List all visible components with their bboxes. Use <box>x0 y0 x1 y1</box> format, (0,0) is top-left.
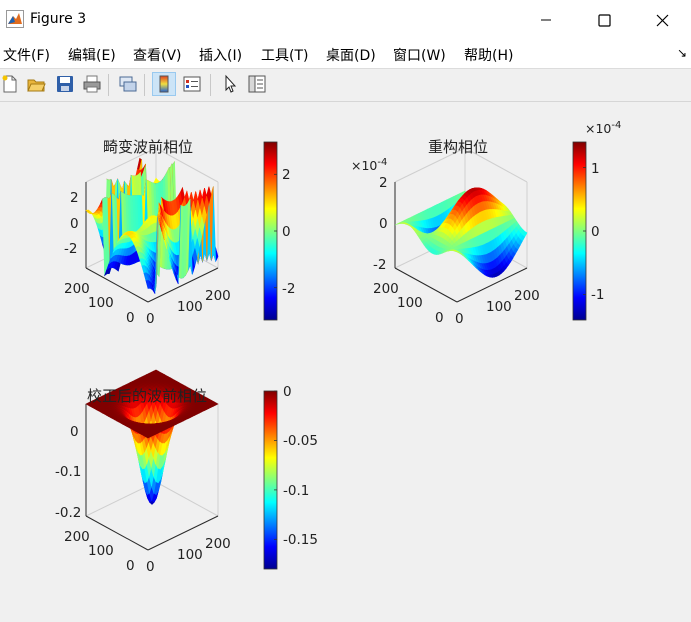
plot2-ztick: 2 <box>379 175 388 191</box>
figure-canvas[interactable]: 畸变波前相位 2 0 -2 200 100 0 0 100 200 2 0 -2… <box>0 102 691 622</box>
plot1-ytick: 100 <box>88 295 114 311</box>
plot2-ytick: 200 <box>373 281 399 297</box>
plot1-ytick: 200 <box>64 281 90 297</box>
minimize-icon <box>541 19 551 21</box>
plot3-xtick: 200 <box>205 536 231 552</box>
menu-help[interactable]: 帮助(H) <box>464 45 513 65</box>
plot1-colorbar-tick: -2 <box>282 281 296 297</box>
close-button[interactable] <box>633 0 691 40</box>
plot2-title: 重构相位 <box>428 138 489 156</box>
new-figure-icon <box>2 75 17 93</box>
plot3-xtick: 100 <box>177 547 203 563</box>
property-editor-icon <box>248 75 266 93</box>
title-bar: Figure 3 <box>0 0 691 40</box>
plot3-ztick: -0.1 <box>55 464 82 480</box>
print-icon <box>83 75 101 93</box>
legend-toggle-button[interactable] <box>180 72 204 96</box>
plot2-colorbar-tick: -1 <box>591 287 605 303</box>
colorbar-toggle-button[interactable] <box>152 72 176 96</box>
toolbar-separator <box>108 74 109 96</box>
minimize-button[interactable] <box>517 0 575 40</box>
plot1-ytick: 0 <box>126 310 135 326</box>
plot3-title: 校正后的波前相位 <box>87 387 208 405</box>
plot3-colorbar-tick: -0.1 <box>283 483 310 499</box>
plot3-colorbar <box>263 390 278 570</box>
plot2-xtick: 100 <box>486 299 512 315</box>
plot1-xtick: 200 <box>205 288 231 304</box>
plot1-xtick: 0 <box>146 311 155 327</box>
colorbar-toggle-icon <box>159 75 169 93</box>
menu-bar: 文件(F) 编辑(E) 查看(V) 插入(I) 工具(T) 桌面(D) 窗口(W… <box>0 40 691 69</box>
menu-window[interactable]: 窗口(W) <box>393 45 446 65</box>
plot2-xtick: 200 <box>514 288 540 304</box>
print-button[interactable] <box>80 72 104 96</box>
new-figure-button[interactable] <box>0 72 22 96</box>
plot2-ztick: -2 <box>373 257 387 273</box>
open-icon <box>27 79 46 92</box>
save-button[interactable] <box>53 72 77 96</box>
plot2-colorbar-multiplier-base: 10 <box>595 121 612 137</box>
plot3-ztick: 0 <box>70 424 79 440</box>
plot1-colorbar-tick: 0 <box>282 224 291 240</box>
plot2-z-multiplier: ×10-4 <box>351 157 388 174</box>
close-icon <box>656 14 668 26</box>
plot3-ztick: -0.2 <box>55 505 82 521</box>
menu-edit[interactable]: 编辑(E) <box>68 45 116 65</box>
plot1-ztick: 2 <box>70 190 79 206</box>
plot3-colorbar-tick: 0 <box>283 384 292 400</box>
plot1-xtick: 100 <box>177 299 203 315</box>
plot3-colorbar-tick: -0.15 <box>283 532 318 548</box>
menu-insert[interactable]: 插入(I) <box>199 45 242 65</box>
link-button[interactable] <box>116 72 140 96</box>
plot2-z-multiplier-exp: -4 <box>377 157 388 168</box>
plot2-surface <box>394 147 528 303</box>
pointer-icon <box>225 74 237 93</box>
menu-desktop[interactable]: 桌面(D) <box>326 45 376 65</box>
plot3-ytick: 100 <box>88 543 114 559</box>
plot2-z-multiplier-base: 10 <box>361 158 378 174</box>
plot2-colorbar-tick: 0 <box>591 224 600 240</box>
plot2-ytick: 100 <box>397 295 423 311</box>
plot2-colorbar-multiplier: ×10-4 <box>585 120 622 137</box>
pointer-button[interactable] <box>218 72 242 96</box>
menu-overflow-arrow[interactable]: ↘ <box>677 46 687 60</box>
plot2-colorbar-tick: 1 <box>591 161 600 177</box>
plot1-title: 畸变波前相位 <box>103 138 194 156</box>
plot2-xtick: 0 <box>455 311 464 327</box>
plot2-ztick: 0 <box>379 216 388 232</box>
matlab-icon <box>6 10 24 28</box>
toolbar-separator <box>144 74 145 96</box>
property-editor-button[interactable] <box>245 72 269 96</box>
plot1-surface <box>85 147 219 303</box>
maximize-icon <box>597 13 611 27</box>
plot3-ytick: 0 <box>126 558 135 574</box>
open-button[interactable] <box>24 72 48 96</box>
plot2-colorbar-multiplier-exp: -4 <box>611 120 622 131</box>
plot2-ytick: 0 <box>435 310 444 326</box>
plot1-ztick: 0 <box>70 216 79 232</box>
plot3-grid-line <box>155 481 219 517</box>
menu-tools[interactable]: 工具(T) <box>261 45 308 65</box>
plot3-xtick: 0 <box>146 559 155 575</box>
plot3-colorbar-tick: -0.05 <box>283 433 318 449</box>
plot3-ytick: 200 <box>64 529 90 545</box>
toolbar-separator <box>210 74 211 96</box>
window-title: Figure 3 <box>30 11 87 27</box>
menu-file[interactable]: 文件(F) <box>3 45 50 65</box>
plot1-colorbar-tick: 2 <box>282 167 291 183</box>
legend-toggle-icon <box>183 76 201 92</box>
menu-view[interactable]: 查看(V) <box>133 45 182 65</box>
link-icon <box>119 76 137 92</box>
maximize-button[interactable] <box>575 0 633 40</box>
save-icon <box>57 76 73 92</box>
toolbar <box>0 69 691 102</box>
plot1-ztick: -2 <box>64 241 78 257</box>
